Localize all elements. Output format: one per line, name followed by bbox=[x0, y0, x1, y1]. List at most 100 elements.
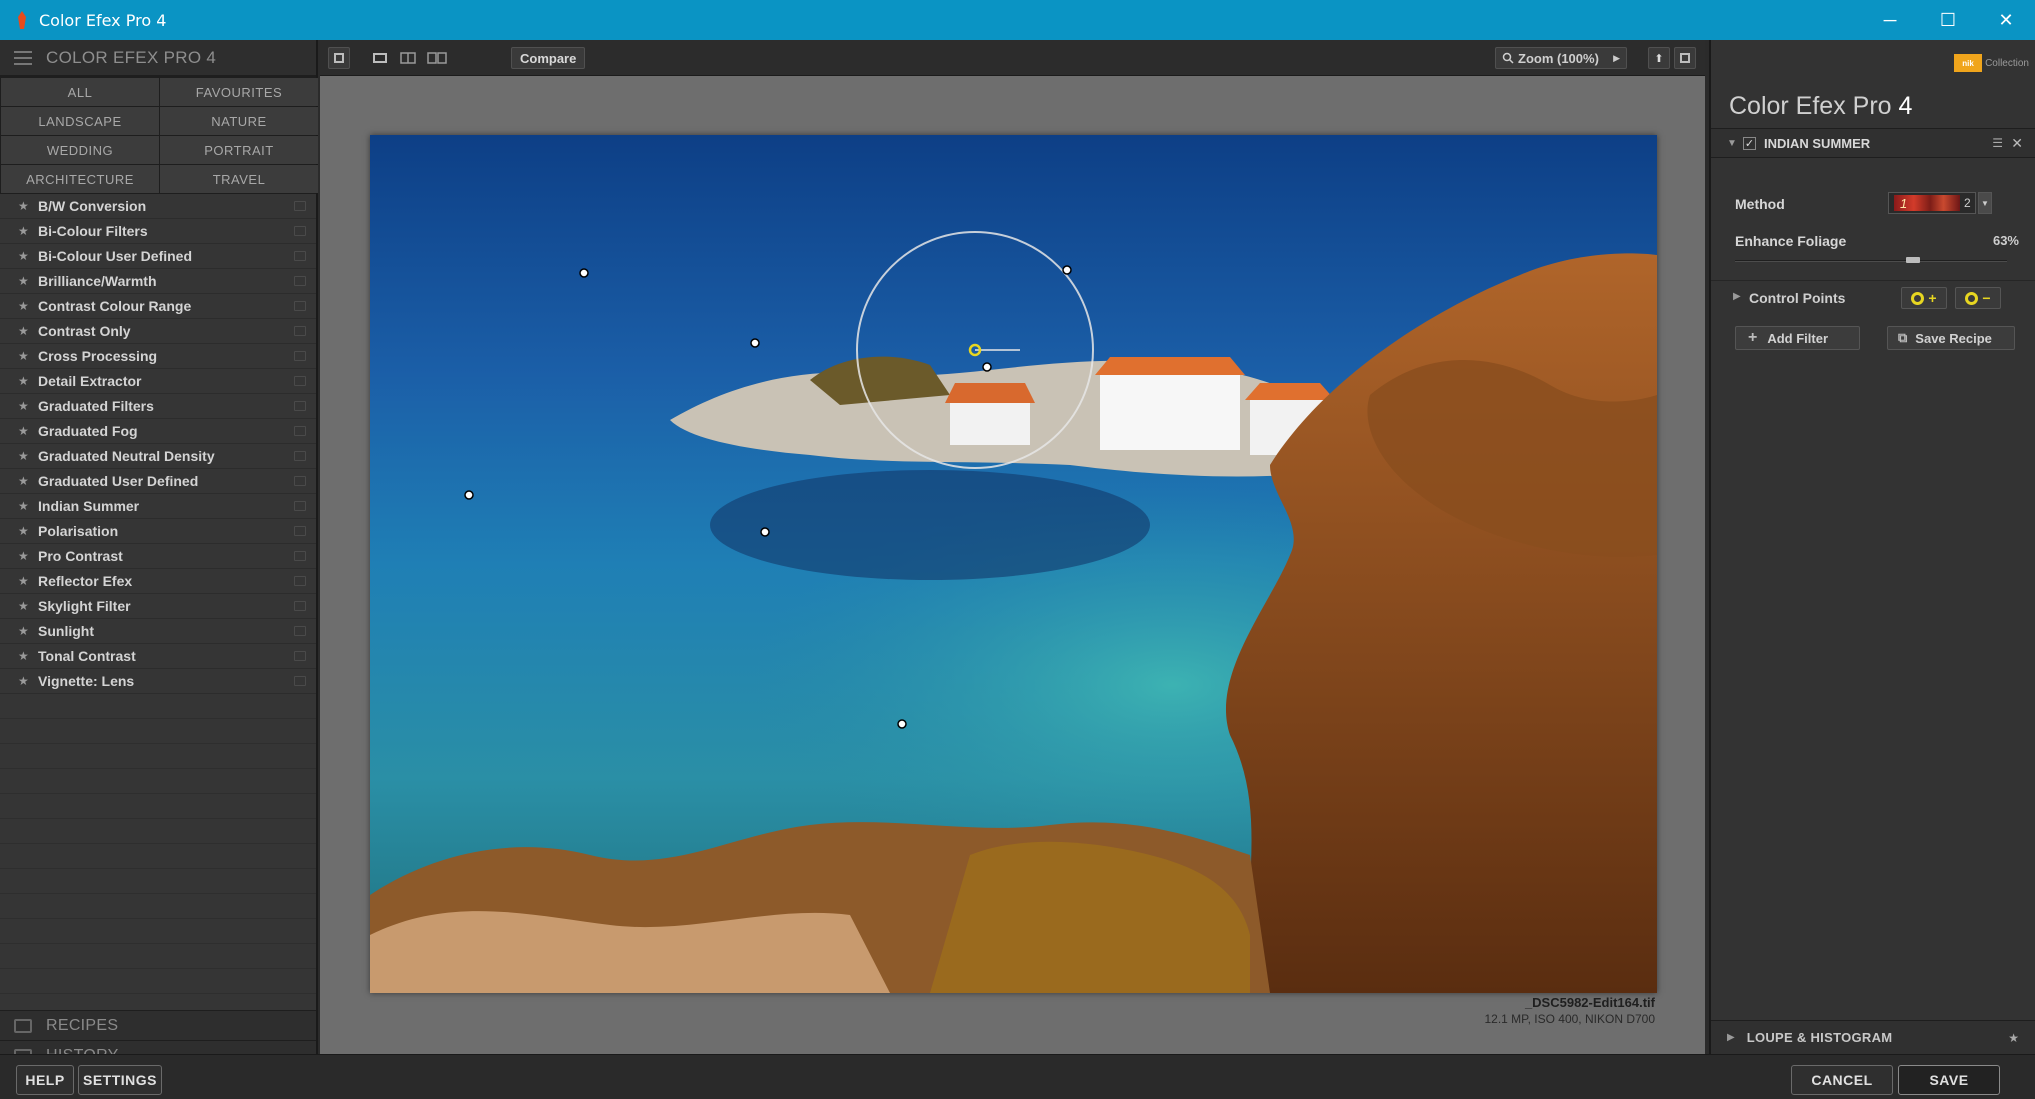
favourite-star-icon[interactable]: ★ bbox=[18, 499, 38, 513]
favourite-star-icon[interactable]: ★ bbox=[18, 324, 38, 338]
category-all[interactable]: ALL bbox=[1, 78, 159, 106]
filter-preset-icon[interactable] bbox=[294, 551, 306, 561]
active-filter-header[interactable]: ▼ ✓ INDIAN SUMMER ☰ ✕ bbox=[1711, 128, 2035, 158]
favourite-star-icon[interactable]: ★ bbox=[18, 349, 38, 363]
category-portrait[interactable]: PORTRAIT bbox=[160, 136, 318, 164]
filter-preset-icon[interactable] bbox=[294, 651, 306, 661]
filter-item[interactable]: ★ Graduated User Defined bbox=[0, 469, 316, 494]
filter-item[interactable]: ★ Detail Extractor bbox=[0, 369, 316, 394]
favourite-star-icon[interactable]: ★ bbox=[18, 674, 38, 688]
filter-item[interactable]: ★ Polarisation bbox=[0, 519, 316, 544]
enhance-foliage-slider[interactable] bbox=[1735, 257, 2007, 263]
remove-filter-icon[interactable]: ✕ bbox=[2011, 135, 2023, 152]
category-landscape[interactable]: LANDSCAPE bbox=[1, 107, 159, 135]
filter-item[interactable]: ★ Bi-Colour Filters bbox=[0, 219, 316, 244]
add-control-point-button[interactable]: + bbox=[1901, 287, 1947, 309]
zoom-control[interactable]: Zoom (100%) ▶ bbox=[1495, 47, 1627, 69]
filter-preset-icon[interactable] bbox=[294, 601, 306, 611]
filter-preset-icon[interactable] bbox=[294, 526, 306, 536]
collapse-icon[interactable]: ▼ bbox=[1727, 138, 1739, 149]
maximize-button[interactable]: ☐ bbox=[1919, 0, 1977, 40]
favourite-star-icon[interactable]: ★ bbox=[18, 399, 38, 413]
favourite-star-icon[interactable]: ★ bbox=[18, 549, 38, 563]
favourite-star-icon[interactable]: ★ bbox=[18, 249, 38, 263]
filter-item[interactable]: ★ Tonal Contrast bbox=[0, 644, 316, 669]
add-filter-button[interactable]: + Add Filter bbox=[1735, 326, 1860, 350]
filter-browser-header[interactable]: COLOR EFEX PRO 4 bbox=[0, 40, 316, 76]
filter-item[interactable]: ★ Contrast Only bbox=[0, 319, 316, 344]
category-travel[interactable]: TRAVEL bbox=[160, 165, 318, 193]
filter-item[interactable]: ★ Graduated Neutral Density bbox=[0, 444, 316, 469]
filter-preset-icon[interactable] bbox=[294, 451, 306, 461]
filter-item[interactable]: ★ Contrast Colour Range bbox=[0, 294, 316, 319]
category-favourites[interactable]: FAVOURITES bbox=[160, 78, 318, 106]
filter-item[interactable]: ★ Skylight Filter bbox=[0, 594, 316, 619]
filter-preset-icon[interactable] bbox=[294, 326, 306, 336]
filter-menu-icon[interactable]: ☰ bbox=[1992, 136, 2003, 150]
preview-image[interactable] bbox=[370, 135, 1657, 993]
filter-item[interactable]: ★ B/W Conversion bbox=[0, 194, 316, 219]
filter-preset-icon[interactable] bbox=[294, 401, 306, 411]
expand-icon[interactable]: ▶ bbox=[1733, 291, 1741, 302]
filter-enabled-checkbox[interactable]: ✓ bbox=[1743, 136, 1756, 150]
category-architecture[interactable]: ARCHITECTURE bbox=[1, 165, 159, 193]
side-by-side-view-button[interactable] bbox=[424, 47, 450, 69]
favourite-star-icon[interactable]: ★ bbox=[18, 574, 38, 588]
save-recipe-button[interactable]: ⧉ Save Recipe bbox=[1887, 326, 2015, 350]
filter-preset-icon[interactable] bbox=[294, 226, 306, 236]
compare-button[interactable]: Compare bbox=[511, 47, 586, 69]
close-button[interactable]: ✕ bbox=[1977, 0, 2035, 40]
filter-preset-icon[interactable] bbox=[294, 276, 306, 286]
split-view-button[interactable] bbox=[396, 47, 420, 69]
favourite-star-icon[interactable]: ★ bbox=[18, 599, 38, 613]
filter-preset-icon[interactable] bbox=[294, 301, 306, 311]
method-select[interactable]: 1 2 bbox=[1888, 192, 1976, 214]
filter-preset-icon[interactable] bbox=[294, 676, 306, 686]
favourite-star-icon[interactable]: ★ bbox=[18, 649, 38, 663]
filter-preset-icon[interactable] bbox=[294, 576, 306, 586]
filter-preset-icon[interactable] bbox=[294, 476, 306, 486]
filter-item[interactable]: ★ Indian Summer bbox=[0, 494, 316, 519]
toggle-panel-button[interactable] bbox=[328, 47, 350, 69]
enhance-foliage-slider-thumb[interactable] bbox=[1906, 257, 1921, 263]
filter-preset-icon[interactable] bbox=[294, 351, 306, 361]
filter-item[interactable]: ★ Brilliance/Warmth bbox=[0, 269, 316, 294]
filter-item[interactable]: ★ Reflector Efex bbox=[0, 569, 316, 594]
subtract-control-point-button[interactable]: − bbox=[1955, 287, 2001, 309]
filter-item[interactable]: ★ Sunlight bbox=[0, 619, 316, 644]
pin-icon[interactable]: ★ bbox=[2008, 1031, 2019, 1045]
filter-preset-icon[interactable] bbox=[294, 251, 306, 261]
single-view-button[interactable] bbox=[368, 47, 392, 69]
filter-item[interactable]: ★ Graduated Filters bbox=[0, 394, 316, 419]
filter-preset-icon[interactable] bbox=[294, 501, 306, 511]
minimize-button[interactable]: ─ bbox=[1861, 0, 1919, 40]
favourite-star-icon[interactable]: ★ bbox=[18, 374, 38, 388]
favourite-star-icon[interactable]: ★ bbox=[18, 224, 38, 238]
settings-button[interactable]: SETTINGS bbox=[78, 1065, 162, 1095]
category-nature[interactable]: NATURE bbox=[160, 107, 318, 135]
loupe-toggle-button[interactable]: ⬆ bbox=[1648, 47, 1670, 69]
filter-item[interactable]: ★ Cross Processing bbox=[0, 344, 316, 369]
expand-icon[interactable]: ▶ bbox=[1727, 1032, 1735, 1043]
filter-preset-icon[interactable] bbox=[294, 201, 306, 211]
filter-preset-icon[interactable] bbox=[294, 376, 306, 386]
filter-preset-icon[interactable] bbox=[294, 626, 306, 636]
method-dropdown-arrow-icon[interactable]: ▼ bbox=[1978, 192, 1992, 214]
filter-item[interactable]: ★ Graduated Fog bbox=[0, 419, 316, 444]
help-button[interactable]: HELP bbox=[16, 1065, 74, 1095]
filter-preset-icon[interactable] bbox=[294, 426, 306, 436]
category-wedding[interactable]: WEDDING bbox=[1, 136, 159, 164]
favourite-star-icon[interactable]: ★ bbox=[18, 449, 38, 463]
cancel-button[interactable]: CANCEL bbox=[1791, 1065, 1893, 1095]
favourite-star-icon[interactable]: ★ bbox=[18, 524, 38, 538]
favourite-star-icon[interactable]: ★ bbox=[18, 474, 38, 488]
recipes-section[interactable]: RECIPES bbox=[0, 1010, 316, 1040]
loupe-histogram-section[interactable]: ▶ LOUPE & HISTOGRAM ★ bbox=[1711, 1020, 2035, 1054]
filter-item[interactable]: ★ Bi-Colour User Defined bbox=[0, 244, 316, 269]
favourite-star-icon[interactable]: ★ bbox=[18, 624, 38, 638]
toggle-right-panel-button[interactable] bbox=[1674, 47, 1696, 69]
favourite-star-icon[interactable]: ★ bbox=[18, 199, 38, 213]
favourite-star-icon[interactable]: ★ bbox=[18, 299, 38, 313]
save-button[interactable]: SAVE bbox=[1898, 1065, 2000, 1095]
favourite-star-icon[interactable]: ★ bbox=[18, 274, 38, 288]
